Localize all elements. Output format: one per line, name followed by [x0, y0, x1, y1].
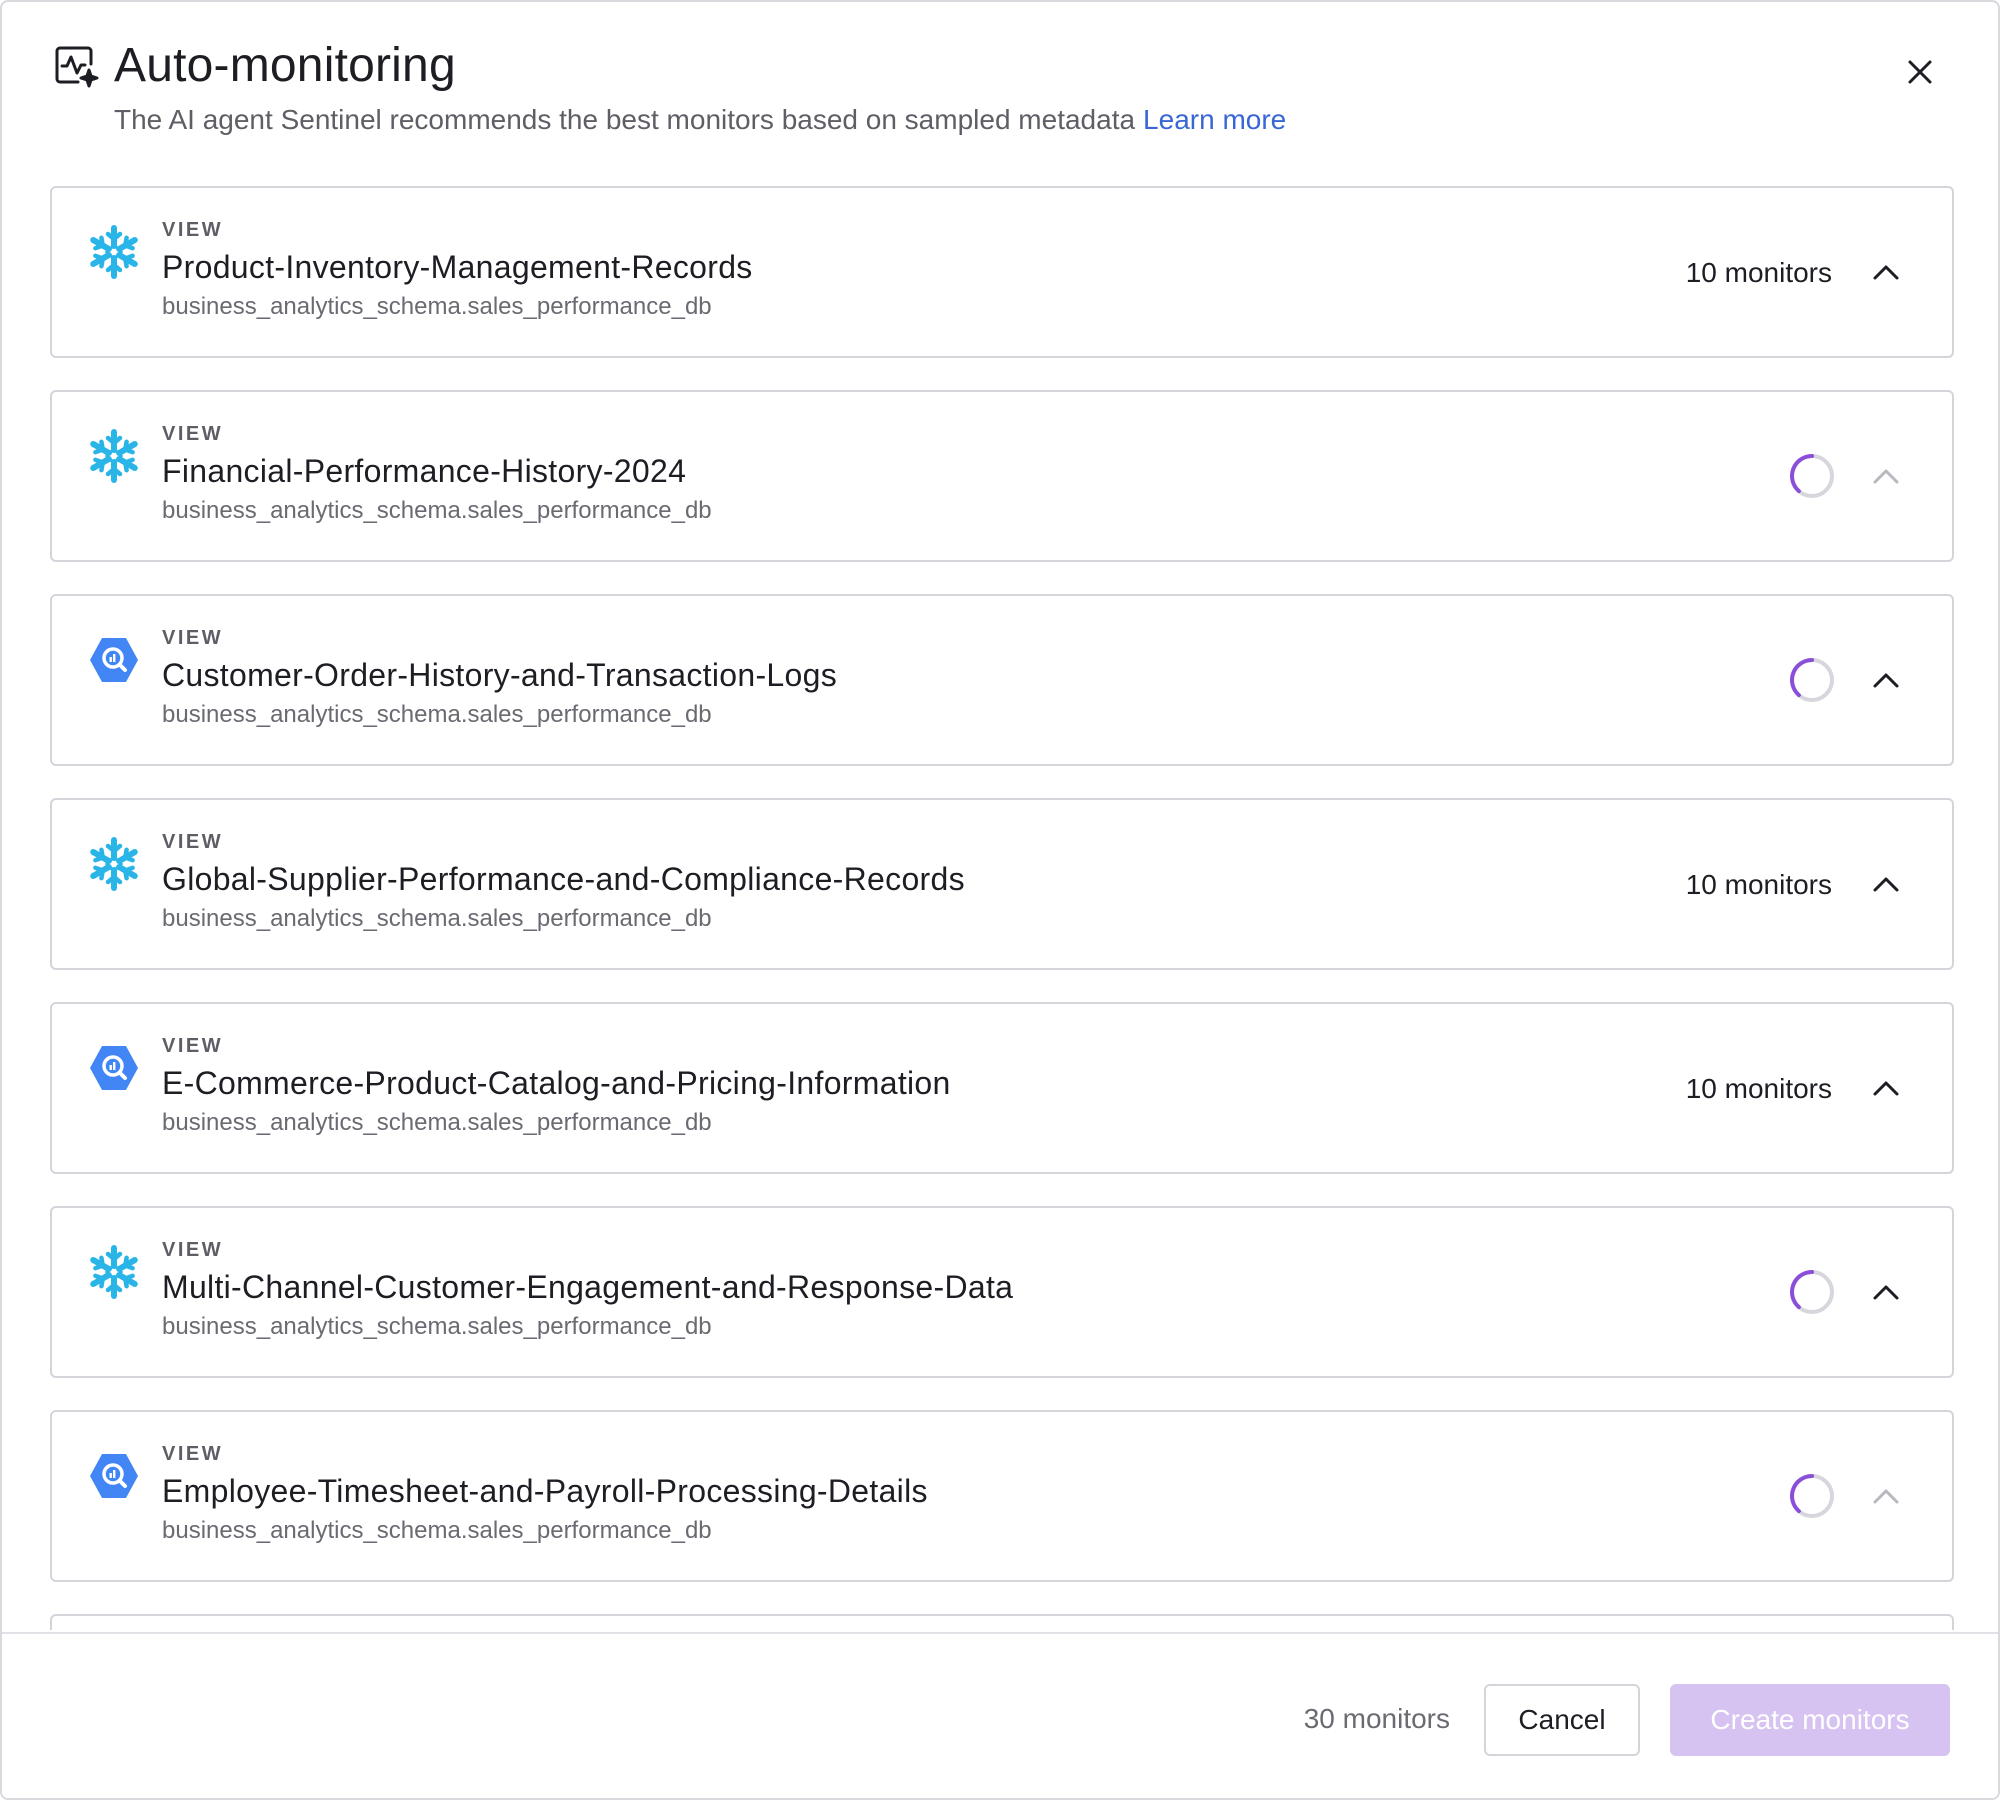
sparkle-chart-icon — [52, 42, 100, 90]
object-path: business_analytics_schema.sales_performa… — [162, 293, 712, 320]
monitor-count: 10 monitors — [1685, 257, 1832, 288]
recommendation-card[interactable] — [50, 1614, 1954, 1630]
loading-spinner-icon — [1788, 656, 1836, 704]
object-path: business_analytics_schema.sales_performa… — [162, 1517, 712, 1544]
dialog-title: Auto-monitoring — [114, 39, 456, 92]
snowflake-icon — [86, 428, 142, 484]
object-kind: VIEW — [162, 423, 224, 445]
chevron-up-icon[interactable] — [1866, 1476, 1906, 1516]
bigquery-icon — [86, 1448, 142, 1504]
object-name: Global-Supplier-Performance-and-Complian… — [162, 861, 965, 897]
object-path: business_analytics_schema.sales_performa… — [162, 497, 712, 524]
recommendation-list[interactable]: VIEW Product-Inventory-Management-Record… — [50, 186, 1954, 1630]
bigquery-icon — [86, 1040, 142, 1096]
object-path: business_analytics_schema.sales_performa… — [162, 1313, 712, 1340]
chevron-up-icon[interactable] — [1866, 864, 1906, 904]
create-monitors-button[interactable]: Create monitors — [1670, 1684, 1950, 1756]
chevron-up-icon[interactable] — [1866, 1068, 1906, 1108]
recommendation-card[interactable]: VIEW Employee-Timesheet-and-Payroll-Proc… — [50, 1410, 1954, 1582]
object-name: Multi-Channel-Customer-Engagement-and-Re… — [162, 1269, 1014, 1305]
snowflake-icon — [86, 836, 142, 892]
loading-spinner-icon — [1788, 452, 1836, 500]
chevron-up-icon[interactable] — [1866, 660, 1906, 700]
recommendation-card[interactable]: VIEW Global-Supplier-Performance-and-Com… — [50, 798, 1954, 970]
monitor-count: 10 monitors — [1685, 869, 1832, 900]
bigquery-icon — [86, 632, 142, 688]
recommendation-card[interactable]: VIEW Multi-Channel-Customer-Engagement-a… — [50, 1206, 1954, 1378]
object-kind: VIEW — [162, 1035, 224, 1057]
object-path: business_analytics_schema.sales_performa… — [162, 1109, 712, 1136]
learn-more-link[interactable]: Learn more — [1143, 104, 1286, 135]
object-path: business_analytics_schema.sales_performa… — [162, 701, 712, 728]
snowflake-icon — [86, 224, 142, 280]
object-kind: VIEW — [162, 1239, 224, 1261]
dialog-subtitle: The AI agent Sentinel recommends the bes… — [114, 102, 1286, 138]
close-icon — [1906, 58, 1934, 91]
recommendation-card[interactable]: VIEW Product-Inventory-Management-Record… — [50, 186, 1954, 358]
object-kind: VIEW — [162, 831, 224, 853]
recommendation-card[interactable]: VIEW Financial-Performance-History-2024 … — [50, 390, 1954, 562]
object-name: Financial-Performance-History-2024 — [162, 453, 687, 489]
object-kind: VIEW — [162, 1443, 224, 1465]
chevron-up-icon[interactable] — [1866, 252, 1906, 292]
dialog-header: Auto-monitoring The AI agent Sentinel re… — [52, 38, 1958, 148]
close-button[interactable] — [1898, 52, 1942, 96]
chevron-up-icon[interactable] — [1866, 1272, 1906, 1312]
object-kind: VIEW — [162, 627, 224, 649]
object-name: Employee-Timesheet-and-Payroll-Processin… — [162, 1473, 928, 1509]
total-monitors-count: 30 monitors — [1303, 1703, 1450, 1734]
dialog-footer: 30 monitors Cancel Create monitors — [2, 1632, 1998, 1798]
chevron-up-icon[interactable] — [1866, 456, 1906, 496]
recommendation-card[interactable]: VIEW E-Commerce-Product-Catalog-and-Pric… — [50, 1002, 1954, 1174]
snowflake-icon — [86, 1244, 142, 1300]
object-name: E-Commerce-Product-Catalog-and-Pricing-I… — [162, 1065, 951, 1101]
subtitle-text: The AI agent Sentinel recommends the bes… — [114, 104, 1136, 135]
object-path: business_analytics_schema.sales_performa… — [162, 905, 712, 932]
cancel-button[interactable]: Cancel — [1484, 1684, 1640, 1756]
object-kind: VIEW — [162, 219, 224, 241]
auto-monitoring-dialog: Auto-monitoring The AI agent Sentinel re… — [0, 0, 2000, 1800]
monitor-count: 10 monitors — [1685, 1073, 1832, 1104]
loading-spinner-icon — [1788, 1268, 1836, 1316]
object-name: Product-Inventory-Management-Records — [162, 249, 753, 285]
object-name: Customer-Order-History-and-Transaction-L… — [162, 657, 838, 693]
recommendation-card[interactable]: VIEW Customer-Order-History-and-Transact… — [50, 594, 1954, 766]
loading-spinner-icon — [1788, 1472, 1836, 1520]
